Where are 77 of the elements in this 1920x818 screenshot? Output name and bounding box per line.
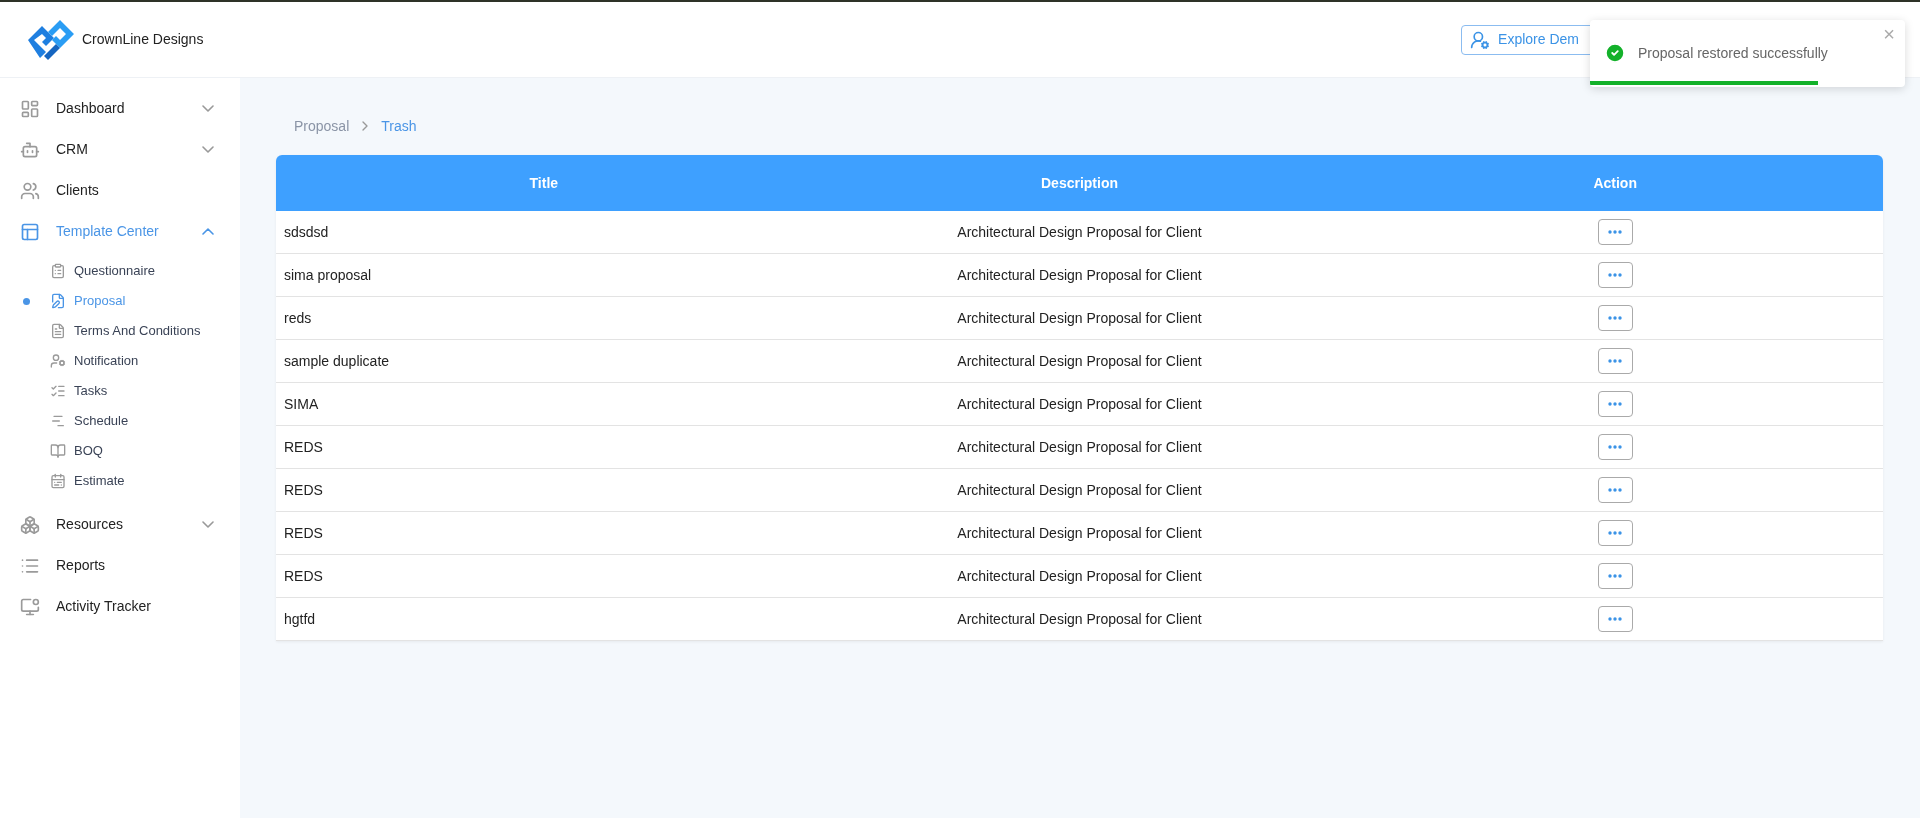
success-icon bbox=[1604, 42, 1626, 64]
sidebar-subitem[interactable]: Notification bbox=[20, 346, 218, 376]
more-button[interactable] bbox=[1597, 606, 1633, 632]
table-cell-text: Architectural Design Proposal for Client bbox=[956, 609, 1203, 629]
more-icon bbox=[1608, 359, 1623, 363]
dashboard-icon bbox=[20, 98, 40, 119]
more-icon bbox=[1608, 617, 1623, 621]
more-button[interactable] bbox=[1597, 477, 1633, 503]
boxes-icon bbox=[20, 514, 40, 535]
chevron-down-icon bbox=[202, 105, 214, 112]
sidebar-subitem[interactable]: Terms And Conditions bbox=[20, 316, 218, 346]
table-cell-text: REDS bbox=[283, 523, 324, 543]
more-icon bbox=[1608, 574, 1623, 578]
column-header: Action bbox=[1592, 173, 1638, 193]
book-icon bbox=[50, 443, 66, 459]
template-icon bbox=[20, 221, 40, 242]
table-cell-text: Architectural Design Proposal for Client bbox=[956, 394, 1203, 414]
more-button[interactable] bbox=[1597, 563, 1633, 589]
more-button[interactable] bbox=[1597, 305, 1633, 331]
brand-name: CrownLine Designs bbox=[82, 30, 204, 49]
table-cell-text: Architectural Design Proposal for Client bbox=[956, 566, 1203, 586]
table-cell-text: Architectural Design Proposal for Client bbox=[956, 265, 1203, 285]
chevron-down-icon bbox=[202, 146, 214, 153]
checklist-icon bbox=[50, 383, 66, 399]
table-cell-text: sample duplicate bbox=[283, 351, 391, 371]
sidebar-subitem[interactable]: BOQ bbox=[20, 436, 218, 466]
sidebar-item[interactable]: Activity Tracker bbox=[20, 586, 218, 627]
table-cell-text: Architectural Design Proposal for Client bbox=[956, 480, 1203, 500]
more-button[interactable] bbox=[1597, 262, 1633, 288]
calendar-icon bbox=[50, 473, 66, 489]
sidebar-item[interactable]: Resources bbox=[20, 504, 218, 545]
table-cell-text: REDS bbox=[283, 437, 324, 457]
more-button[interactable] bbox=[1597, 520, 1633, 546]
clipboard-icon bbox=[50, 263, 66, 279]
user-icon bbox=[50, 353, 66, 369]
table-cell-text: Architectural Design Proposal for Client bbox=[956, 222, 1203, 242]
document-icon bbox=[50, 323, 66, 339]
gantt-chart-icon bbox=[50, 413, 66, 429]
table-cell-text: Architectural Design Proposal for Client bbox=[956, 437, 1203, 457]
more-button[interactable] bbox=[1597, 348, 1633, 374]
sidebar-subitem[interactable]: Estimate bbox=[20, 466, 218, 496]
edit-document-icon bbox=[50, 293, 66, 309]
sidebar-item[interactable]: CRM bbox=[20, 129, 218, 170]
monitor-icon bbox=[20, 596, 40, 617]
table-cell-text: Architectural Design Proposal for Client bbox=[956, 308, 1203, 328]
more-icon bbox=[1608, 273, 1623, 277]
sidebar-subitem[interactable]: Questionnaire bbox=[20, 256, 218, 286]
column-header: Title bbox=[528, 173, 560, 193]
more-button[interactable] bbox=[1597, 391, 1633, 417]
users-icon bbox=[20, 180, 40, 201]
table-cell-text: sima proposal bbox=[283, 265, 373, 285]
more-icon bbox=[1608, 230, 1623, 234]
table-cell-text: reds bbox=[283, 308, 313, 328]
sidebar-item[interactable]: Dashboard bbox=[20, 88, 218, 129]
sidebar-item[interactable]: Clients bbox=[20, 170, 218, 211]
more-icon bbox=[1608, 488, 1623, 492]
toast-message: Proposal restored successfully bbox=[1638, 43, 1828, 63]
table-cell-text: Architectural Design Proposal for Client bbox=[956, 351, 1203, 371]
more-icon bbox=[1608, 402, 1623, 406]
column-header: Description bbox=[1040, 173, 1119, 193]
table-cell-text: sdsdsd bbox=[283, 222, 330, 242]
sidebar-subitem[interactable]: Tasks bbox=[20, 376, 218, 406]
sidebar-item[interactable]: Reports bbox=[20, 545, 218, 586]
table-cell-text: REDS bbox=[283, 566, 324, 586]
table-cell-text: Architectural Design Proposal for Client bbox=[956, 523, 1203, 543]
chevron-up-icon bbox=[202, 228, 214, 235]
table-cell-text: hgtfd bbox=[283, 609, 317, 629]
table-cell-text: SIMA bbox=[283, 394, 320, 414]
more-icon bbox=[1608, 531, 1623, 535]
more-button[interactable] bbox=[1597, 219, 1633, 245]
more-icon bbox=[1608, 316, 1623, 320]
user-switch-icon bbox=[1470, 29, 1491, 50]
chevron-down-icon bbox=[202, 521, 214, 528]
table-cell-text: REDS bbox=[283, 480, 324, 500]
sidebar-subitem[interactable]: Schedule bbox=[20, 406, 218, 436]
more-button[interactable] bbox=[1597, 434, 1633, 460]
more-icon bbox=[1608, 445, 1623, 449]
